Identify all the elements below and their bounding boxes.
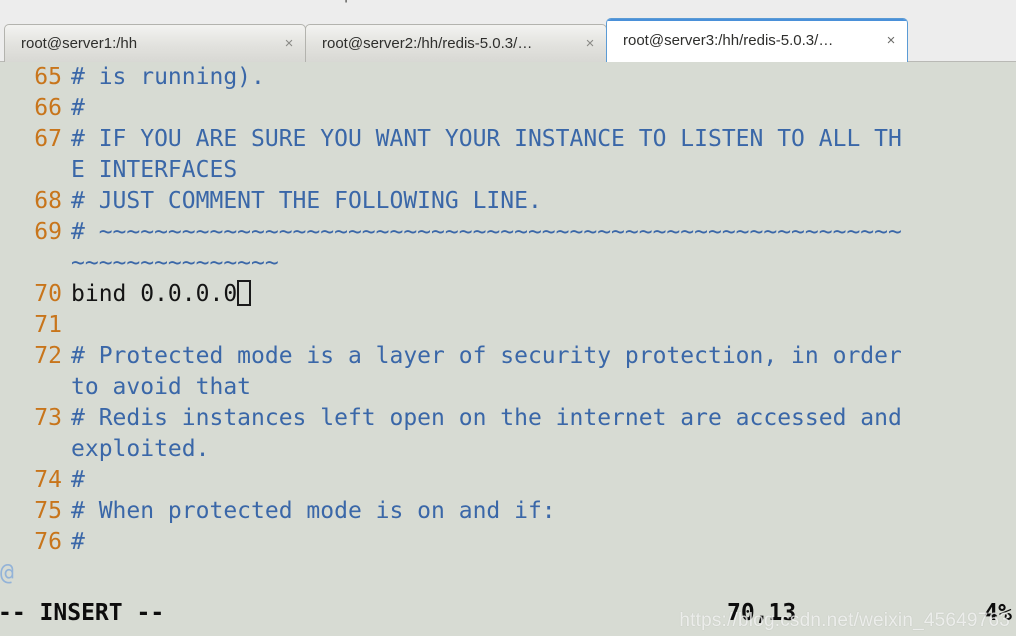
line-text: #: [71, 95, 85, 121]
line-number-placeholder: [0, 434, 71, 465]
line-number: 72: [34, 343, 62, 369]
tab-list: root@server1:/hh × root@server2:/hh/redi…: [4, 18, 908, 62]
tab-bar: root@server1:/hh × root@server2:/hh/redi…: [0, 6, 1016, 62]
editor-line: 76 #: [0, 527, 1016, 558]
line-number: 65: [34, 64, 62, 90]
line-text: #: [71, 529, 85, 555]
scroll-percent-indicator: 4%: [984, 600, 1012, 626]
line-number: 73: [34, 405, 62, 431]
tab-label: root@server2:/hh/redis-5.0.3/…: [322, 35, 533, 52]
editor-line: 71: [0, 310, 1016, 341]
editor-line-wrapped: exploited.: [0, 434, 1016, 465]
line-number-placeholder: [0, 155, 71, 186]
tab-label: root@server1:/hh: [21, 35, 138, 52]
line-text: #: [71, 467, 85, 493]
editor-line: 67 # IF YOU ARE SURE YOU WANT YOUR INSTAN…: [0, 124, 1016, 155]
line-text: # ~~~~~~~~~~~~~~~~~~~~~~~~~~~~~~~~~~~~~~…: [71, 219, 902, 245]
line-text: bind 0.0.0.0: [71, 281, 238, 307]
terminal-window: File Edit View Search Terminal Tabs Help…: [0, 0, 1016, 636]
line-text: # IF YOU ARE SURE YOU WANT YOUR INSTANCE…: [71, 126, 902, 152]
line-number-placeholder: [0, 248, 71, 279]
line-number: 70: [34, 281, 62, 307]
line-text: # is running).: [71, 64, 265, 90]
editor-line: 65 # is running).: [0, 62, 1016, 93]
editor-line-active: 70 bind 0.0.0.0: [0, 279, 1016, 310]
editor-line: 69 # ~~~~~~~~~~~~~~~~~~~~~~~~~~~~~~~~~~~~…: [0, 217, 1016, 248]
editor-line: 72 # Protected mode is a layer of securit…: [0, 341, 1016, 372]
line-text: # JUST COMMENT THE FOLLOWING LINE.: [71, 188, 542, 214]
line-text: # Protected mode is a layer of security …: [71, 343, 902, 369]
text-cursor: [237, 280, 252, 306]
line-number-placeholder: [0, 372, 71, 403]
line-text: E INTERFACES: [71, 157, 238, 183]
line-text: ~~~~~~~~~~~~~~~: [71, 250, 279, 276]
editor-line: 73 # Redis instances left open on the int…: [0, 403, 1016, 434]
editor-line-wrapped: to avoid that: [0, 372, 1016, 403]
editor-line: 68 # JUST COMMENT THE FOLLOWING LINE.: [0, 186, 1016, 217]
line-text: # Redis instances left open on the inter…: [71, 405, 902, 431]
tab-server2[interactable]: root@server2:/hh/redis-5.0.3/… ×: [305, 24, 607, 62]
line-text: # When protected mode is on and if:: [71, 498, 556, 524]
line-number: 68: [34, 188, 62, 214]
line-number: 69: [34, 219, 62, 245]
line-number: 75: [34, 498, 62, 524]
editor-line-wrapped: ~~~~~~~~~~~~~~~: [0, 248, 1016, 279]
line-number: 67: [34, 126, 62, 152]
vim-status-line: -- INSERT -- 70,13 4%: [0, 600, 1016, 634]
line-number: 74: [34, 467, 62, 493]
close-icon[interactable]: ×: [582, 36, 598, 52]
line-text: exploited.: [71, 436, 210, 462]
editor-fill-line: @: [0, 558, 1016, 589]
tab-server1[interactable]: root@server1:/hh ×: [4, 24, 306, 62]
cursor-position-indicator: 70,13: [727, 600, 797, 626]
editor-line-wrapped: E INTERFACES: [0, 155, 1016, 186]
line-number: 66: [34, 95, 62, 121]
vim-editor-viewport[interactable]: 65 # is running). 66 # 67 # IF YOU ARE SURE…: [0, 62, 1016, 636]
close-icon[interactable]: ×: [281, 36, 297, 52]
editor-mode-indicator: -- INSERT --: [0, 600, 165, 626]
editor-line: 74 #: [0, 465, 1016, 496]
editor-line: 66 #: [0, 93, 1016, 124]
editor-line: 75 # When protected mode is on and if:: [0, 496, 1016, 527]
fill-char: @: [0, 560, 14, 586]
close-icon[interactable]: ×: [883, 33, 899, 49]
line-number: 71: [34, 312, 62, 338]
line-text: to avoid that: [71, 374, 252, 400]
tab-label: root@server3:/hh/redis-5.0.3/…: [623, 32, 834, 49]
tab-server3[interactable]: root@server3:/hh/redis-5.0.3/… ×: [606, 18, 908, 62]
line-number: 76: [34, 529, 62, 555]
